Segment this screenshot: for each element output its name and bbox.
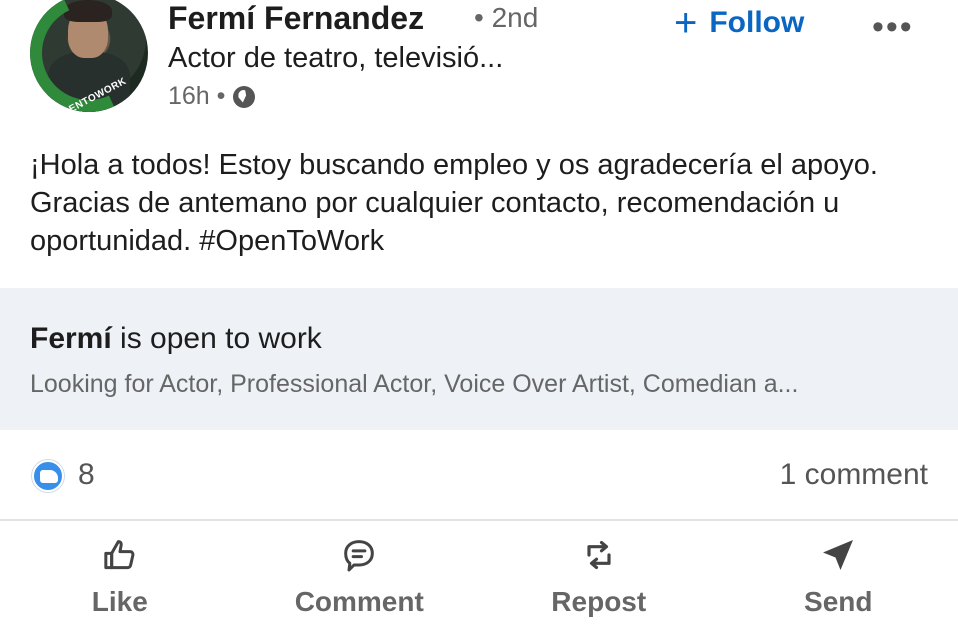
action-bar: Like Comment Repost Send bbox=[0, 530, 958, 630]
send-icon bbox=[817, 534, 859, 576]
post-header: #OPENTOWORK Fermí Fernandez • 2nd Actor … bbox=[0, 0, 958, 130]
more-options-icon[interactable]: ••• bbox=[872, 8, 914, 47]
post-text: ¡Hola a todos! Estoy buscando empleo y o… bbox=[30, 149, 878, 257]
open-to-work-title-rest: is open to work bbox=[111, 322, 322, 355]
comment-label: Comment bbox=[294, 586, 424, 617]
open-to-work-panel[interactable] bbox=[0, 288, 958, 430]
open-to-work-roles: Looking for Actor, Professional Actor, V… bbox=[30, 370, 799, 398]
post-time: 16h • bbox=[168, 82, 226, 110]
divider bbox=[0, 519, 958, 521]
social-counts: 8 1 comment bbox=[0, 452, 958, 496]
follow-button[interactable]: + Follow bbox=[674, 1, 805, 45]
send-label: Send bbox=[804, 586, 873, 617]
open-to-work-name: Fermí bbox=[30, 322, 112, 355]
globe-icon bbox=[233, 85, 256, 108]
repost-button[interactable]: Repost bbox=[479, 530, 719, 630]
plus-icon: + bbox=[674, 1, 698, 45]
repost-label: Repost bbox=[551, 586, 647, 617]
like-reaction-icon[interactable] bbox=[32, 460, 64, 492]
author-name[interactable]: Fermí Fernandez bbox=[168, 0, 424, 37]
comment-button[interactable]: Comment bbox=[240, 530, 480, 630]
like-label: Like bbox=[91, 586, 148, 617]
repost-icon bbox=[578, 534, 620, 576]
comment-icon bbox=[338, 534, 380, 576]
post-meta: 16h • bbox=[168, 82, 256, 111]
follow-label: Follow bbox=[709, 6, 805, 39]
like-count[interactable]: 8 bbox=[78, 458, 95, 492]
author-headline: Actor de teatro, televisió... bbox=[168, 42, 504, 74]
thumbs-up-icon bbox=[99, 534, 141, 576]
comment-count[interactable]: 1 comment bbox=[780, 458, 928, 492]
send-button[interactable]: Send bbox=[719, 530, 958, 630]
connection-degree: • 2nd bbox=[474, 2, 539, 33]
open-to-work-title: Fermí is open to work bbox=[30, 322, 322, 356]
avatar[interactable]: #OPENTOWORK bbox=[30, 0, 148, 112]
like-button[interactable]: Like bbox=[0, 530, 240, 630]
